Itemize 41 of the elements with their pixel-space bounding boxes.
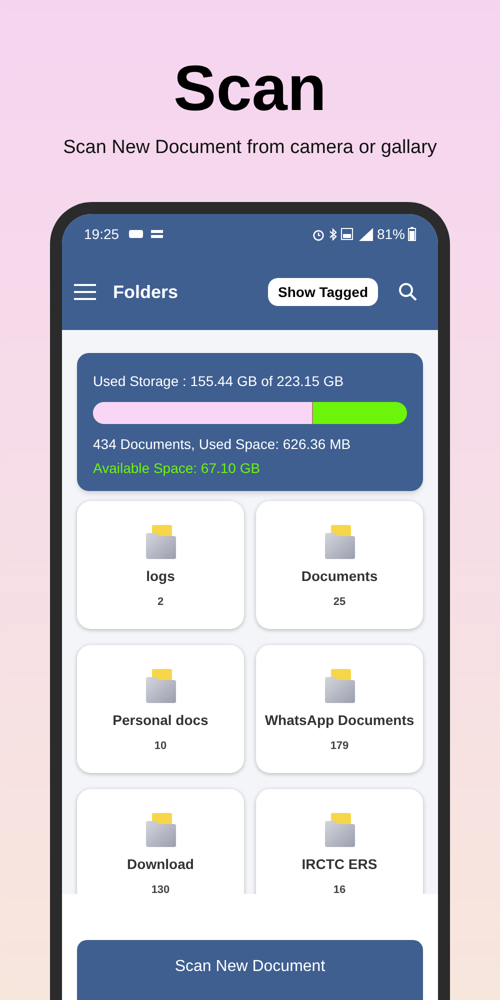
folder-card[interactable]: Documents 25: [256, 501, 423, 629]
folder-count: 130: [151, 883, 170, 894]
documents-text: 434 Documents, Used Space: 626.36 MB: [93, 435, 352, 454]
folder-card[interactable]: Personal docs 10: [77, 645, 244, 773]
bluetooth-icon: [328, 228, 337, 240]
folder-icon: [324, 525, 354, 559]
folder-card[interactable]: logs 2: [77, 501, 244, 629]
menu-button[interactable]: [74, 284, 96, 300]
battery-percent: 81%: [376, 224, 405, 244]
folder-name: Personal docs: [112, 711, 208, 730]
folder-name: IRCTC ERS: [302, 855, 378, 874]
subtitle: Scan New Document from camera or gallary: [63, 136, 437, 160]
folder-count: 16: [333, 883, 346, 894]
folder-icon: [146, 525, 176, 559]
folder-icon: [146, 813, 176, 847]
folder-name: Documents: [301, 567, 378, 586]
folder-icon: [324, 813, 354, 847]
folder-name: logs: [146, 567, 175, 586]
scan-button[interactable]: Scan New Document: [77, 940, 423, 1000]
show-tagged-button[interactable]: Show Tagged: [268, 278, 378, 306]
folder-icon: [146, 669, 176, 703]
folder-card[interactable]: Download 130: [77, 789, 244, 894]
used-storage-text: Used Storage : 155.44 GB of 223.15 GB: [93, 372, 345, 391]
status-time: 19:25: [84, 224, 120, 244]
headline: Scan: [174, 51, 326, 126]
battery-icon: [408, 227, 416, 241]
folder-name: WhatsApp Documents: [264, 711, 414, 730]
folder-icon: [324, 669, 354, 703]
folder-name: Download: [127, 855, 194, 874]
search-icon[interactable]: [398, 282, 418, 302]
available-space-text: Available Space: 67.10 GB: [93, 459, 262, 478]
folder-card[interactable]: WhatsApp Documents 179: [256, 645, 423, 773]
alarm-icon: [312, 228, 325, 240]
volte-icon: [340, 228, 353, 240]
folder-count: 10: [154, 739, 167, 754]
signal-icon: [356, 228, 373, 240]
folder-count: 179: [330, 739, 349, 754]
folder-card[interactable]: IRCTC ERS 16: [256, 789, 423, 894]
toolbar-title: Folders: [113, 280, 178, 304]
folder-count: 25: [333, 595, 346, 610]
folder-count: 2: [157, 595, 164, 610]
